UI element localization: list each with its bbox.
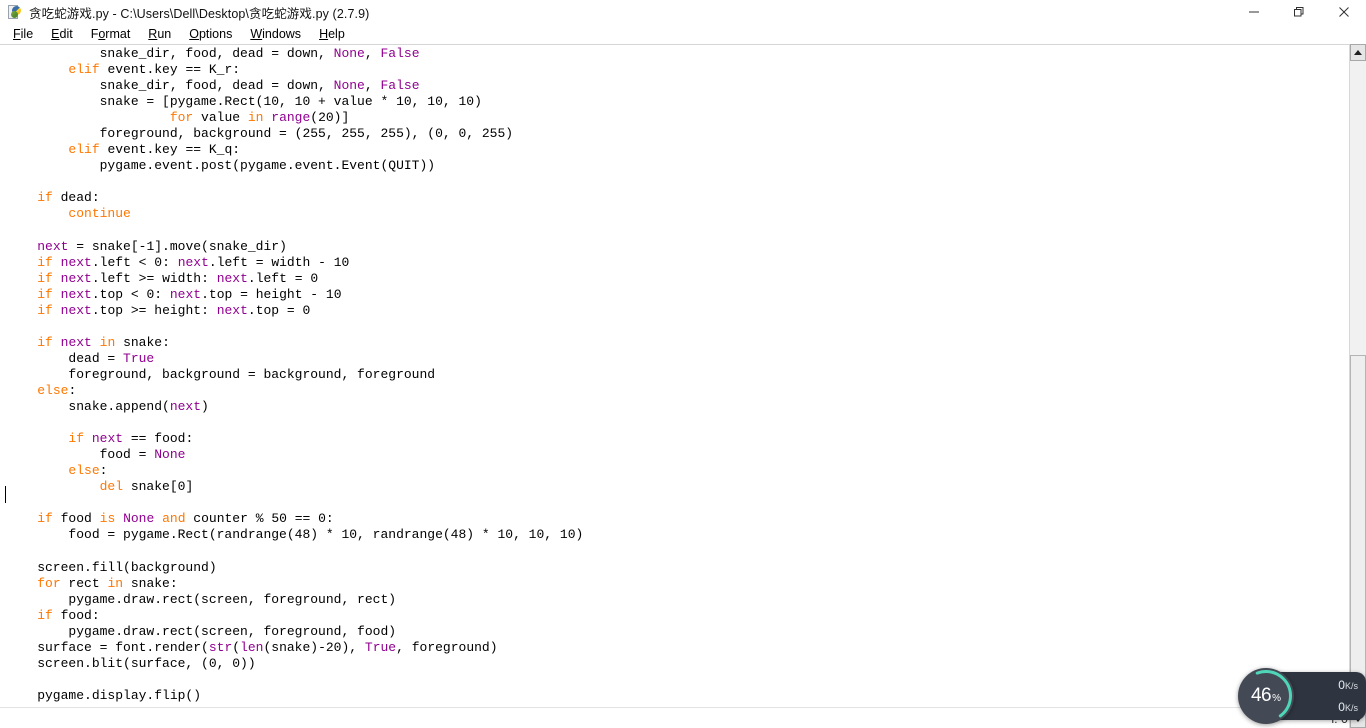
restore-button[interactable] (1276, 0, 1321, 24)
editor-area: snake_dir, food, dead = down, None, Fals… (0, 44, 1366, 728)
scrollbar-thumb[interactable] (1350, 355, 1366, 685)
source-code[interactable]: snake_dir, food, dead = down, None, Fals… (0, 46, 583, 704)
window-title: 贪吃蛇游戏.py - C:\Users\Dell\Desktop\贪吃蛇游戏.p… (29, 6, 370, 21)
close-button[interactable] (1321, 0, 1366, 24)
status-divider (0, 707, 1338, 708)
menu-item-options[interactable]: Options (180, 26, 241, 42)
menu-item-run[interactable]: Run (139, 26, 180, 42)
menu-item-windows[interactable]: Windows (241, 26, 310, 42)
menu-item-edit[interactable]: Edit (42, 26, 82, 42)
code-text-area[interactable]: snake_dir, food, dead = down, None, Fals… (0, 45, 1338, 728)
menu-item-help[interactable]: Help (310, 26, 354, 42)
minimize-button[interactable] (1231, 0, 1276, 24)
menu-item-format[interactable]: Format (82, 26, 140, 42)
scroll-up-arrow-icon[interactable] (1350, 44, 1366, 61)
text-caret (5, 486, 6, 503)
menu-bar: File Edit Format Run Options Windows Hel… (0, 24, 1366, 44)
vertical-scrollbar[interactable] (1349, 44, 1366, 728)
status-bar: l: 0 (1331, 712, 1348, 726)
idle-editor-window: 贪吃蛇游戏.py - C:\Users\Dell\Desktop\贪吃蛇游戏.p… (0, 0, 1366, 728)
title-bar: 贪吃蛇游戏.py - C:\Users\Dell\Desktop\贪吃蛇游戏.p… (0, 0, 1366, 24)
scroll-down-arrow-icon[interactable] (1350, 711, 1366, 728)
window-controls (1231, 0, 1366, 24)
python-idle-icon (7, 4, 23, 20)
menu-item-file[interactable]: File (4, 26, 42, 42)
